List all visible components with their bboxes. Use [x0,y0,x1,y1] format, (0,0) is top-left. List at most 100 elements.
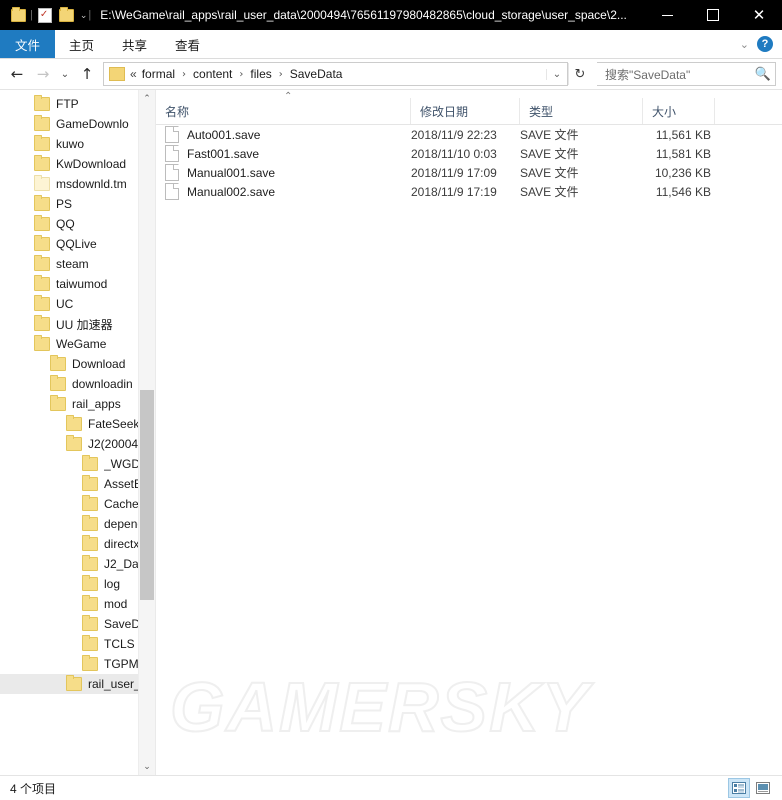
tree-item[interactable]: log [0,574,139,594]
file-name-label: Fast001.save [187,146,260,161]
folder-icon [66,415,82,431]
file-date-label: 2018/11/9 17:19 [411,184,497,199]
file-explorer-window: | ✓ ⌄ | E:\WeGame\rail_apps\rail_user_da… [0,0,782,800]
tab-view[interactable]: 查看 [161,30,214,58]
ribbon-tabs: 文件 主页 共享 查看 ⌄ ? [0,30,782,59]
scroll-down-icon[interactable]: ⌄ [139,758,155,775]
search-icon[interactable]: 🔍 [751,67,775,82]
tree-item[interactable]: Download [0,354,139,374]
breadcrumb-separator-icon[interactable]: › [234,69,248,80]
navigation-pane-scrollbar[interactable]: ⌃ ⌄ [138,90,155,775]
file-list-pane: ⌃ 名称 修改日期 类型 大小 Auto001.save 2018/11/9 22… [156,90,782,775]
quick-access-toolbar: | ✓ ⌄ | [0,4,92,26]
search-input[interactable]: 搜索"SaveData" [597,66,751,83]
help-icon[interactable]: ? [757,36,773,52]
tree-item[interactable]: directx_Ju [0,534,139,554]
scroll-up-icon[interactable]: ⌃ [139,90,155,107]
tree-item[interactable]: PS [0,194,139,214]
tree-item[interactable]: GameDownlo [0,114,139,134]
breadcrumb-item-savedata[interactable]: SaveData [288,67,345,81]
tab-share[interactable]: 共享 [108,30,161,58]
scrollbar-thumb[interactable] [140,390,154,600]
file-size-label: 11,561 KB [655,127,711,142]
column-header-name[interactable]: 名称 [156,98,411,124]
tree-item[interactable]: AssetBun [0,474,139,494]
table-row[interactable]: Auto001.save 2018/11/9 22:23 SAVE 文件 11,561… [156,125,782,144]
tree-item[interactable]: _WGDepe [0,454,139,474]
explorer-body: FTP GameDownlo kuwo KwDownload msdownld.tm PS… [0,89,782,775]
address-bar[interactable]: « formal › content › files › SaveData ⌄ [103,62,568,86]
file-date-label: 2018/11/9 17:09 [411,165,497,180]
breadcrumb-item-files[interactable]: files [248,67,273,81]
file-type-label: SAVE 文件 [520,147,579,161]
tree-item[interactable]: UU 加速器 [0,314,139,334]
tree-item[interactable]: UC [0,294,139,314]
folder-icon[interactable] [7,4,29,26]
tree-item[interactable]: taiwumod [0,274,139,294]
tree-item[interactable]: rail_apps [0,394,139,414]
breadcrumb-overflow-icon[interactable]: « [130,67,140,81]
folder-icon [82,655,98,671]
minimize-button[interactable] [644,0,690,30]
tree-item-label: GameDownlo [56,117,129,131]
tree-item[interactable]: downloadin [0,374,139,394]
tree-item[interactable]: depends [0,514,139,534]
tree-item[interactable]: rail_user_d [0,674,139,694]
tree-item[interactable]: WeGame [0,334,139,354]
tree-item[interactable]: FateSeeker [0,414,139,434]
tree-item[interactable]: CacheDat [0,494,139,514]
column-header-type[interactable]: 类型 [520,98,643,124]
close-button[interactable]: ✕ [736,0,782,30]
tree-item-label: CacheDat [104,497,139,511]
breadcrumb-separator-icon[interactable]: › [274,69,288,80]
recent-locations-icon[interactable]: ⌄ [56,61,74,87]
large-icons-view-icon[interactable] [752,778,774,798]
address-bar-row: ← → ⌄ ↑ « formal › content › files › Sav… [0,59,782,89]
refresh-icon[interactable]: ↻ [568,63,591,85]
tree-item[interactable]: steam [0,254,139,274]
breadcrumb-item-formal[interactable]: formal [140,67,177,81]
tree-item-label: UU 加速器 [56,317,113,332]
tree-item[interactable]: QQLive [0,234,139,254]
tab-file[interactable]: 文件 [0,30,56,58]
properties-icon[interactable]: ✓ [34,4,56,26]
table-row[interactable]: Manual001.save 2018/11/9 17:09 SAVE 文件 10,2… [156,163,782,182]
chevron-down-icon[interactable]: ⌄ [80,10,88,21]
tree-item[interactable]: QQ [0,214,139,234]
tree-item-label: J2(2000494 [88,437,139,451]
tree-item-label: PS [56,197,73,211]
tree-item[interactable]: msdownld.tm [0,174,139,194]
address-dropdown-icon[interactable]: ⌄ [546,68,567,80]
column-header-date[interactable]: 修改日期 [411,98,520,124]
breadcrumb-item-content[interactable]: content [191,67,234,81]
cell-name: Manual001.save [156,164,411,181]
folder-icon [50,375,66,391]
tree-item[interactable]: TGPMiniL [0,654,139,674]
details-view-icon[interactable] [728,778,750,798]
tree-item[interactable]: kuwo [0,134,139,154]
expand-ribbon-icon[interactable]: ⌄ [740,38,749,51]
tree-item[interactable]: mod [0,594,139,614]
file-type-label: SAVE 文件 [520,128,579,142]
column-header-size[interactable]: 大小 [643,98,715,124]
tree-item[interactable]: FTP [0,94,139,114]
tree-item[interactable]: SaveData [0,614,139,634]
table-row[interactable]: Fast001.save 2018/11/10 0:03 SAVE 文件 11,581… [156,144,782,163]
tree-item-label: rail_apps [72,397,121,411]
folder-icon [34,335,50,351]
tree-item[interactable]: KwDownload [0,154,139,174]
tree-item[interactable]: J2(2000494 [0,434,139,454]
tree-item-label: rail_user_d [88,677,139,691]
tab-home[interactable]: 主页 [55,30,108,58]
tree-item-label: mod [104,597,128,611]
breadcrumb-separator-icon[interactable]: › [177,69,191,80]
tree-item[interactable]: J2_Data [0,554,139,574]
folder-icon [82,515,98,531]
tree-item[interactable]: TCLS [0,634,139,654]
new-folder-icon[interactable] [56,4,78,26]
maximize-button[interactable] [690,0,736,30]
search-box[interactable]: 搜索"SaveData" 🔍 [597,62,776,86]
back-button[interactable]: ← [4,61,30,87]
up-button[interactable]: ↑ [74,61,100,87]
table-row[interactable]: Manual002.save 2018/11/9 17:19 SAVE 文件 11,5… [156,182,782,201]
